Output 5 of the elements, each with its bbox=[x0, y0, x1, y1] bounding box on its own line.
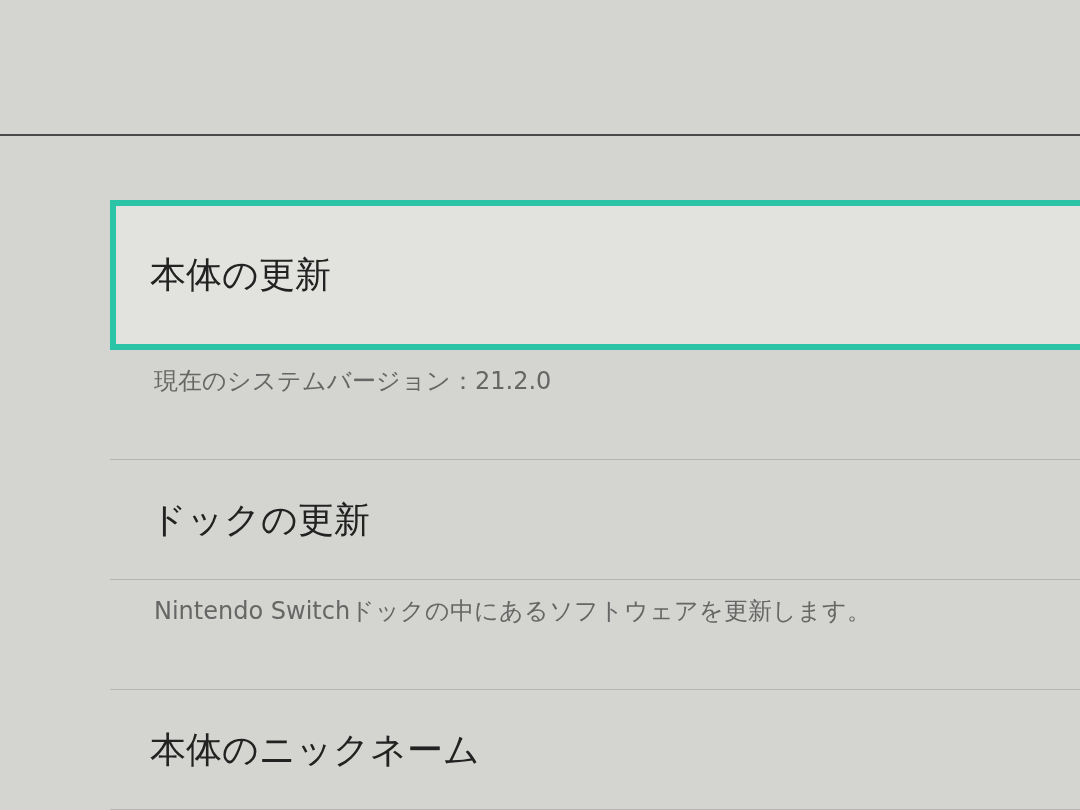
settings-item[interactable]: 本体のニックネーム bbox=[110, 690, 1080, 810]
settings-item[interactable]: ドックの更新 bbox=[110, 460, 1080, 580]
item-description: Nintendo Switchドックの中にあるソフトウェアを更新します。 bbox=[154, 597, 872, 625]
settings-item[interactable]: 本体の更新 bbox=[110, 200, 1080, 350]
item-description: 現在のシステムバージョン：21.2.0 bbox=[154, 367, 552, 395]
